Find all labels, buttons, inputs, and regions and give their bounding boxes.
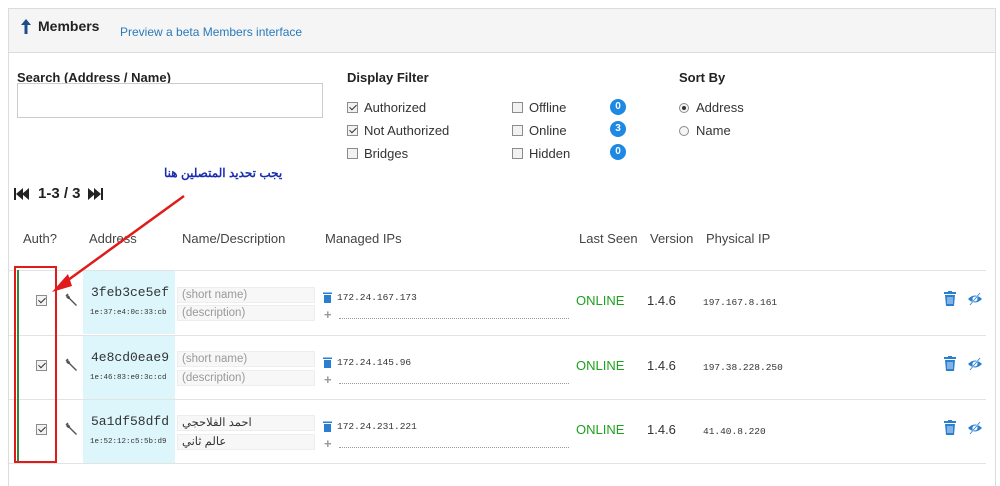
managed-ip: 172.24.231.221 (337, 421, 417, 432)
wrench-icon[interactable] (65, 358, 79, 372)
managed-ip: 172.24.145.96 (337, 357, 412, 368)
hide-eye-icon[interactable] (967, 292, 983, 306)
description-field[interactable]: (description) (177, 370, 315, 386)
column-header-managed-ips: Managed IPs (325, 231, 402, 246)
member-address: 5a1df58dfd (91, 414, 170, 429)
panel-header: Members Preview a beta Members interface (9, 9, 995, 53)
sort-name-radio[interactable] (679, 125, 689, 136)
hide-eye-icon[interactable] (967, 357, 983, 371)
filter-online-label: Online (529, 123, 567, 138)
filter-hidden-label: Hidden (529, 146, 571, 161)
delete-member-icon[interactable] (944, 356, 956, 371)
add-ip-icon[interactable]: + (324, 373, 332, 386)
member-mac: 1e:37:e4:0c:33:cb (90, 309, 167, 317)
add-ip-icon[interactable]: + (324, 308, 332, 321)
new-ip-input[interactable] (339, 318, 569, 319)
description-field[interactable]: (description) (177, 305, 315, 321)
sort-address-label: Address (696, 100, 744, 115)
filter-not-authorized-label: Not Authorized (364, 123, 450, 138)
new-ip-input[interactable] (339, 447, 569, 448)
filter-authorized[interactable]: Authorized (347, 100, 426, 115)
sort-address[interactable]: Address (679, 100, 744, 115)
short-name-field[interactable]: احمد الفلاحجي (177, 415, 315, 431)
member-version: 1.4.6 (647, 293, 676, 308)
last-seen-status: ONLINE (576, 293, 625, 308)
address-cell: 4e8cd0eae9 1e:46:83:e0:3c:cd (83, 336, 175, 399)
annotation-highlight-box (14, 266, 57, 463)
column-header-name[interactable]: Name/Description (182, 231, 285, 246)
column-header-physical-ip: Physical IP (706, 231, 771, 246)
filter-hidden[interactable]: Hidden (512, 146, 570, 161)
new-ip-input[interactable] (339, 383, 569, 384)
offline-checkbox[interactable] (512, 102, 523, 113)
column-header-auth: Auth? (23, 231, 57, 246)
address-cell: 3feb3ce5ef 1e:37:e4:0c:33:cb (83, 271, 175, 334)
filter-bridges[interactable]: Bridges (347, 146, 408, 161)
address-cell: 5a1df58dfd 1e:52:12:c5:5b:d9 (83, 400, 175, 463)
hidden-checkbox[interactable] (512, 148, 523, 159)
sort-name[interactable]: Name (679, 123, 731, 138)
offline-count-badge: 0 (610, 99, 626, 115)
member-address: 3feb3ce5ef (91, 285, 170, 300)
hidden-count-badge: 0 (610, 144, 626, 160)
column-header-address[interactable]: Address (89, 231, 137, 246)
authorized-checkbox[interactable] (347, 102, 358, 113)
member-mac: 1e:52:12:c5:5b:d9 (90, 438, 167, 446)
pager: 1-3 / 3 (12, 185, 105, 202)
sort-name-label: Name (696, 123, 731, 138)
physical-ip: 197.38.228.250 (703, 362, 783, 373)
display-filter-label: Display Filter (347, 70, 429, 85)
wrench-icon[interactable] (65, 422, 79, 436)
filter-offline[interactable]: Offline (512, 100, 566, 115)
not-authorized-checkbox[interactable] (347, 125, 358, 136)
short-name-field[interactable]: (short name) (177, 287, 315, 303)
short-name-field[interactable]: (short name) (177, 351, 315, 367)
sort-address-radio[interactable] (679, 102, 689, 113)
panel-title: Members (38, 18, 100, 34)
wrench-icon[interactable] (65, 293, 79, 307)
managed-ip: 172.24.167.173 (337, 292, 417, 303)
table-divider (9, 463, 986, 464)
last-seen-status: ONLINE (576, 422, 625, 437)
member-address: 4e8cd0eae9 (91, 350, 170, 365)
member-row: 4e8cd0eae9 1e:46:83:e0:3c:cd (short name… (9, 335, 986, 399)
bridges-checkbox[interactable] (347, 148, 358, 159)
member-version: 1.4.6 (647, 422, 676, 437)
member-row: 5a1df58dfd 1e:52:12:c5:5b:d9 احمد الفلاح… (9, 399, 986, 463)
remove-ip-icon[interactable] (323, 357, 332, 368)
delete-member-icon[interactable] (944, 420, 956, 435)
member-row: 3feb3ce5ef 1e:37:e4:0c:33:cb (short name… (9, 270, 986, 334)
remove-ip-icon[interactable] (323, 421, 332, 432)
next-page-icon[interactable] (87, 187, 105, 201)
last-seen-status: ONLINE (576, 358, 625, 373)
filter-online[interactable]: Online (512, 123, 567, 138)
remove-ip-icon[interactable] (323, 292, 332, 303)
filter-authorized-label: Authorized (364, 100, 427, 115)
sort-by-label: Sort By (679, 70, 726, 85)
add-ip-icon[interactable]: + (324, 437, 332, 450)
previous-page-icon[interactable] (12, 187, 30, 201)
online-checkbox[interactable] (512, 125, 523, 136)
online-count-badge: 3 (610, 121, 626, 137)
filter-bridges-label: Bridges (364, 146, 409, 161)
filter-not-authorized[interactable]: Not Authorized (347, 123, 449, 138)
physical-ip: 41.40.8.220 (703, 426, 766, 437)
column-header-version: Version (650, 231, 694, 246)
arrow-up-icon[interactable] (19, 18, 33, 36)
hide-eye-icon[interactable] (967, 421, 983, 435)
member-mac: 1e:46:83:e0:3c:cd (90, 374, 167, 382)
annotation-text: يجب تحديد المتصلين هنا (164, 166, 283, 180)
filter-offline-label: Offline (529, 100, 567, 115)
beta-interface-link[interactable]: Preview a beta Members interface (120, 25, 302, 39)
column-header-last-seen: Last Seen (579, 231, 638, 246)
physical-ip: 197.167.8.161 (703, 297, 778, 308)
delete-member-icon[interactable] (944, 291, 956, 306)
pager-text: 1-3 / 3 (38, 185, 81, 202)
search-input[interactable] (17, 83, 323, 118)
member-version: 1.4.6 (647, 358, 676, 373)
description-field[interactable]: عالم ثاني (177, 434, 315, 450)
